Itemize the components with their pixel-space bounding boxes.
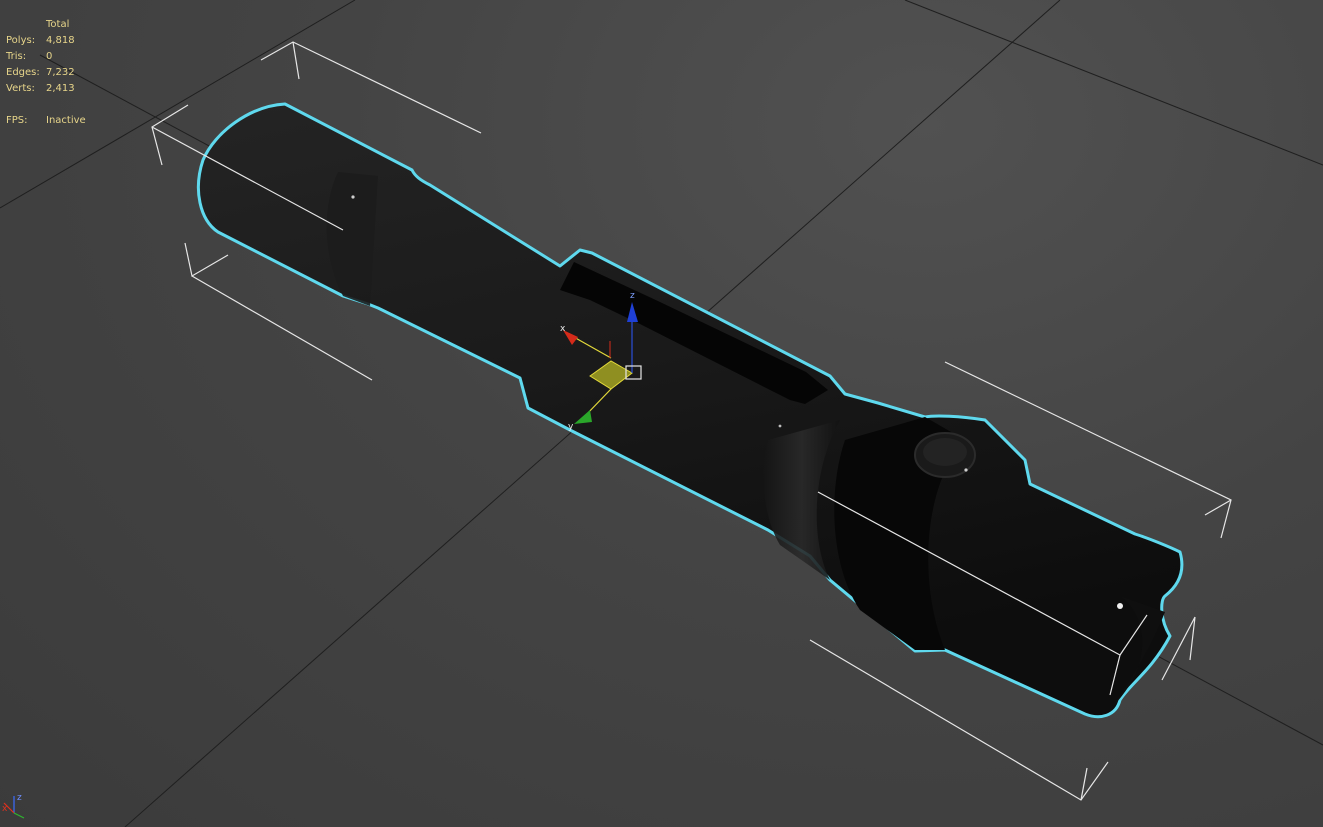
stats-header: Total	[46, 19, 70, 30]
stats-label: Edges:	[6, 67, 40, 78]
gizmo-x-label: x	[560, 324, 566, 334]
stats-value: 0	[46, 51, 53, 62]
stats-label: Tris:	[6, 51, 27, 62]
stats-label: Polys:	[6, 35, 36, 46]
stats-row-verts: Verts: 2,413	[6, 81, 86, 97]
stats-label: Verts:	[6, 83, 35, 94]
lightsaber-hilt-mesh[interactable]	[196, 102, 1184, 719]
stats-row-polys: Polys: 4,818	[6, 33, 86, 49]
gizmo-y-label: y	[568, 422, 574, 432]
stats-value: 7,232	[46, 67, 75, 78]
tripod-x-label: x	[2, 804, 8, 814]
viewport-statistics: Total Polys: 4,818 Tris: 0 Edges: 7,232 …	[6, 17, 86, 129]
fps-label: FPS:	[6, 115, 28, 126]
stats-value: 2,413	[46, 83, 75, 94]
fps-value: Inactive	[46, 115, 86, 126]
stats-row-tris: Tris: 0	[6, 49, 86, 65]
perspective-viewport[interactable]: x y z z x Total Polys: 4,818 Tris: 0 Edg…	[0, 0, 1323, 827]
viewport-scene[interactable]: x y z z x	[0, 0, 1323, 827]
gizmo-z-label: z	[630, 291, 635, 301]
specular-highlight	[1117, 603, 1123, 609]
stats-row-edges: Edges: 7,232	[6, 65, 86, 81]
view-axis-tripod-icon: z x	[2, 793, 25, 819]
tripod-z-label: z	[17, 793, 22, 803]
stats-value: 4,818	[46, 35, 75, 46]
stats-row-fps: FPS: Inactive	[6, 113, 86, 129]
